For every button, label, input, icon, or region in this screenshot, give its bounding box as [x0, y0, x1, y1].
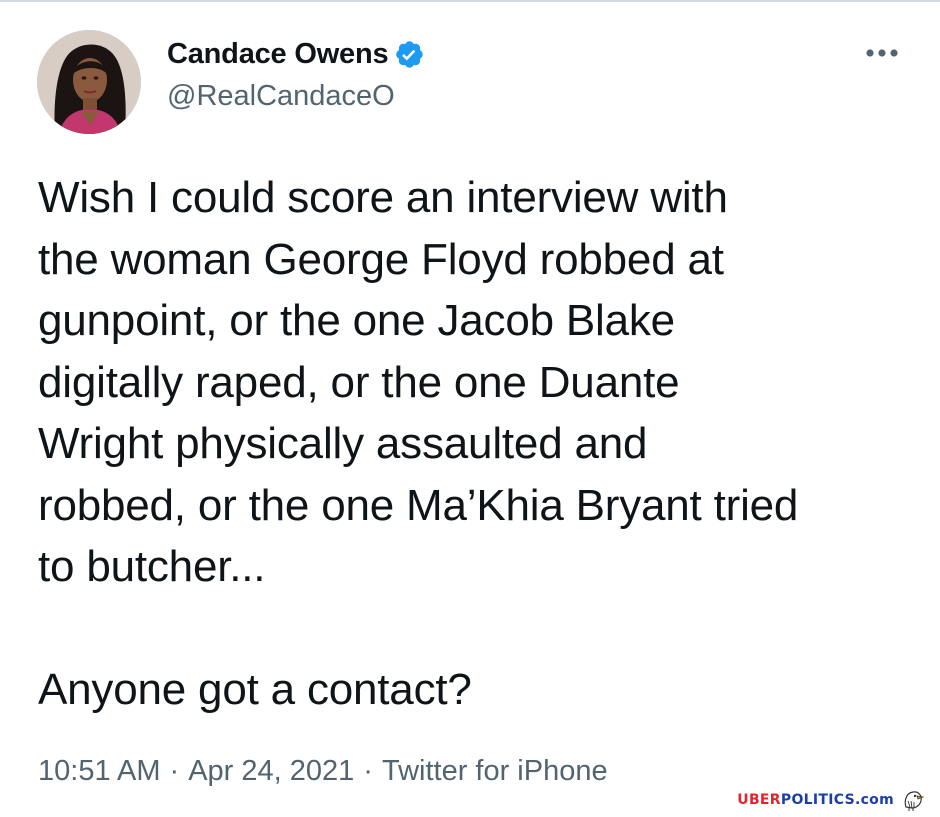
- watermark-politics: POLITICS: [780, 792, 855, 808]
- tweet-text-line: Wish I could score an interview with: [38, 173, 728, 222]
- author-name-row[interactable]: Candace Owens: [167, 34, 425, 74]
- tweet-followup: Anyone got a contact?: [38, 665, 472, 714]
- watermark-com: .com: [854, 792, 894, 808]
- more-options-button[interactable]: [858, 36, 906, 70]
- meta-separator: ·: [363, 754, 373, 787]
- meta-separator: ·: [169, 754, 180, 787]
- tweet-text-line: Wright physically assaulted and: [38, 419, 648, 468]
- author-handle[interactable]: @RealCandaceO: [167, 80, 395, 113]
- avatar[interactable]: [37, 30, 141, 134]
- tweet-text-line: gunpoint, or the one Jacob Blake: [38, 296, 675, 345]
- watermark-uber: UBER: [737, 792, 781, 808]
- more-options-icon: [866, 49, 898, 57]
- site-watermark: UBERPOLITICS.com: [737, 785, 926, 815]
- display-name[interactable]: Candace Owens: [167, 38, 389, 71]
- top-divider: [0, 0, 940, 2]
- tweet-metadata: 10:51 AM · Apr 24, 2021 · Twitter for iP…: [38, 752, 608, 790]
- tweet-text: Wish I could score an interview with the…: [38, 167, 918, 721]
- tweet-time[interactable]: 10:51 AM: [38, 755, 161, 788]
- tweet-text-line: robbed, or the one Ma’Khia Bryant tried: [38, 480, 799, 530]
- tweet-date[interactable]: Apr 24, 2021: [188, 755, 354, 788]
- profile-photo-icon: [37, 30, 141, 134]
- verified-badge-icon: [396, 40, 424, 68]
- tweet-source-link[interactable]: Twitter for iPhone: [382, 755, 608, 788]
- tweet-text-line: to butcher...: [38, 542, 266, 591]
- watermark-text: UBERPOLITICS.com: [737, 792, 894, 808]
- eagle-icon: [904, 791, 925, 811]
- tweet-text-line: the woman George Floyd robbed at: [38, 234, 724, 284]
- tweet-text-line: digitally raped, or the one Duante: [38, 357, 680, 407]
